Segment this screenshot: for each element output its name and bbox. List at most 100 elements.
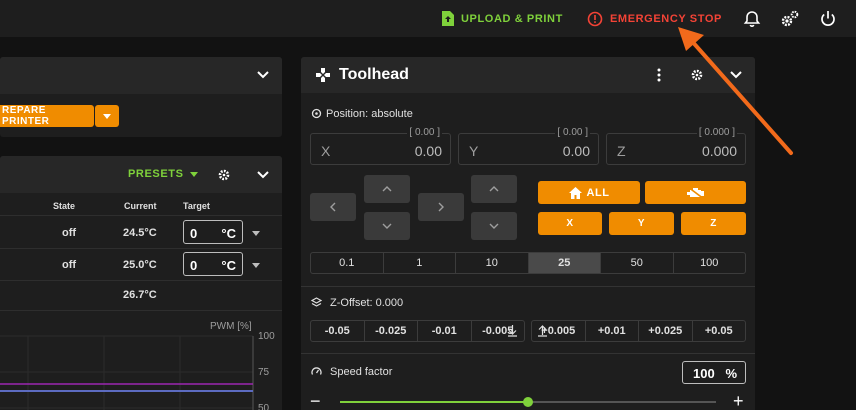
divider [0,248,282,249]
prepare-printer-dropdown[interactable] [95,105,119,127]
row2-target-menu-icon[interactable] [252,263,260,268]
row3-current: 26.7°C [123,289,157,301]
row1-target-value: 0 [190,226,198,241]
speed-decrease-button[interactable]: − [310,392,321,410]
power-icon[interactable] [818,9,838,29]
col-current: Current [124,201,157,211]
jog-y-plus-button[interactable] [364,175,410,203]
col-target: Target [183,201,210,211]
speedometer-icon [311,367,322,375]
prepare-printer-label: REPARE PRINTER [2,105,50,127]
z-offset-button[interactable]: -0.01 [418,321,472,341]
row2-target-input[interactable]: 0 °C [183,252,243,276]
jog-z-minus-button[interactable] [471,212,517,240]
row1-target-menu-icon[interactable] [252,231,260,236]
jog-z-plus-button[interactable] [471,175,517,203]
more-vertical-icon[interactable] [656,68,662,82]
z-offset-button[interactable]: +0.025 [639,321,693,341]
emergency-stop-label: EMERGENCY STOP [610,12,722,25]
z-offset-button[interactable]: -0.05 [311,321,365,341]
home-z-button[interactable]: Z [681,212,746,235]
z-offset-up-group: +0.005 +0.01 +0.025 +0.05 [531,320,746,342]
home-all-button[interactable]: ALL [538,181,640,204]
home-y-button[interactable]: Y [609,212,674,235]
step-option[interactable]: 1 [384,253,456,273]
divider [0,280,282,281]
arrow-up-from-line-icon [538,325,547,337]
presets-button[interactable]: PRESETS [128,168,198,180]
upload-file-icon [442,11,454,26]
chevron-down-icon[interactable] [257,170,269,180]
y-field-label: Y [469,143,479,159]
pwm-tick: 75 [258,367,270,378]
y-field-value: 0.00 [562,143,590,159]
engine-off-icon [686,186,704,199]
home-x-label: X [566,218,574,229]
gear-icon[interactable] [218,169,230,181]
step-option-selected[interactable]: 25 [528,253,601,273]
speed-factor-unit: % [725,366,737,381]
jog-x-minus-button[interactable] [310,193,356,221]
caret-down-icon [189,171,198,177]
jog-x-plus-button[interactable] [418,193,464,221]
speed-factor-input[interactable]: 100 % [682,361,746,384]
home-x-button[interactable]: X [538,212,602,235]
position-label: Position: absolute [326,108,413,120]
chevron-left-icon [330,202,336,212]
x-field-min: [ 0.00 ] [407,127,442,138]
col-state: State [53,201,76,211]
temperature-chart [0,335,254,410]
step-size-selector: 0.1 1 10 25 50 100 [310,252,746,274]
speed-increase-button[interactable]: + [733,392,744,410]
speed-factor-label: Speed factor [330,366,393,378]
chevron-up-icon [489,186,499,192]
divider [301,353,755,354]
divider [0,310,282,311]
y-position-field[interactable]: Y 0.00 [ 0.00 ] [458,127,599,165]
z-offset-down-group: -0.05 -0.025 -0.01 -0.005 [310,320,525,342]
toolhead-title: Toolhead [339,66,409,83]
step-option[interactable]: 10 [456,253,529,273]
upload-print-button[interactable]: UPLOAD & PRINT [442,0,563,37]
speed-slider-track[interactable] [340,397,716,407]
chevron-down-icon[interactable] [257,70,269,80]
z-offset-button[interactable]: +0.01 [586,321,639,341]
row2-target-unit: °C [221,258,236,273]
x-field-label: X [321,143,331,159]
row2-target-value: 0 [190,258,198,273]
printer-control-panel: REPARE PRINTER [0,57,282,137]
jog-y-minus-button[interactable] [364,212,410,240]
pwm-tick: 50 [258,403,270,410]
crosshairs-icon [311,108,322,119]
x-position-field[interactable]: X 0.00 [ 0.00 ] [310,127,451,165]
divider [301,286,755,287]
step-option[interactable]: 100 [674,253,746,273]
divider [0,215,282,216]
speed-factor-value: 100 [693,366,715,381]
speed-slider-thumb[interactable] [523,397,533,407]
z-offset-button[interactable]: +0.05 [693,321,746,341]
temperature-panel: PRESETS State Current Target off 24.5°C … [0,156,282,410]
motors-off-button[interactable] [645,181,746,204]
z-offset-button[interactable]: -0.025 [365,321,418,341]
step-option[interactable]: 0.1 [311,253,384,273]
prepare-printer-button[interactable]: REPARE PRINTER [0,105,94,127]
layers-icon [311,297,322,307]
row1-state: off [62,227,77,239]
chevron-down-icon [489,223,499,229]
step-option[interactable]: 50 [601,253,674,273]
speed-slider-fill [340,401,528,403]
chevron-up-icon [382,186,392,192]
row2-current: 25.0°C [123,259,157,271]
z-offset-label: Z-Offset: 0.000 [330,297,404,309]
home-icon [568,186,582,199]
panel-header [0,57,282,94]
pwm-tick: 100 [258,331,275,342]
row1-target-input[interactable]: 0 °C [183,220,243,244]
annotation-arrow [678,27,793,155]
home-all-label: ALL [586,186,610,199]
chevron-right-icon [438,202,444,212]
arrow-down-to-line-icon [508,325,517,337]
alert-circle-icon [587,11,603,26]
upload-print-label: UPLOAD & PRINT [461,12,563,25]
